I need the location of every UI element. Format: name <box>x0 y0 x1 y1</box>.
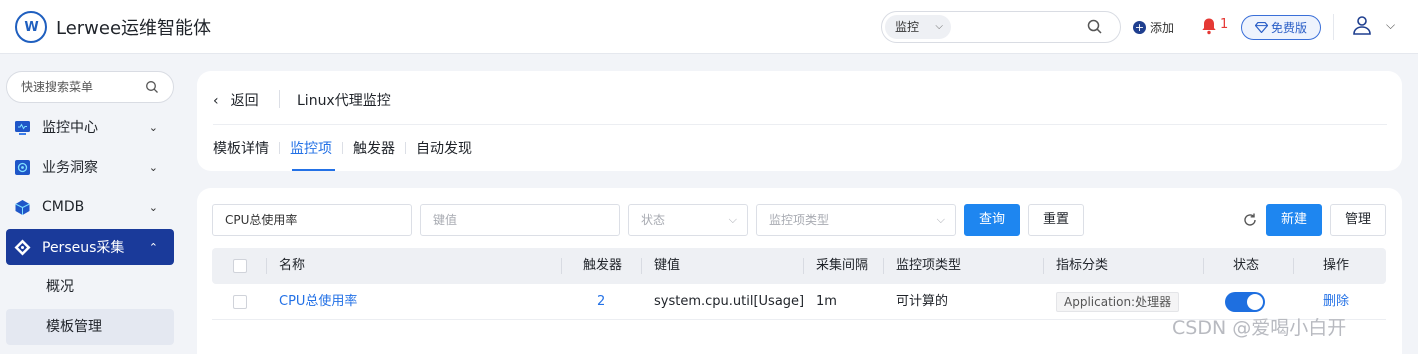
item-type-select-placeholder: 监控项类型 <box>769 213 830 227</box>
column-category[interactable]: 指标分类 <box>1056 248 1108 284</box>
sidebar-item-monitor[interactable]: 监控中心 ⌄ <box>6 109 174 145</box>
new-button[interactable]: 新建 <box>1266 204 1322 236</box>
item-interval: 1m <box>816 294 837 309</box>
free-plan-button[interactable]: 免费版 <box>1241 15 1321 40</box>
menu-search-placeholder: 快速搜索菜单 <box>21 80 94 94</box>
column-actions: 操作 <box>1323 258 1350 273</box>
column-interval[interactable]: 采集间隔 <box>816 248 868 284</box>
column-triggers[interactable]: 触发器 <box>583 248 622 284</box>
tab-triggers[interactable]: 触发器 <box>353 138 395 158</box>
user-menu-chevron-icon[interactable]: ⌵ <box>1386 18 1395 33</box>
chevron-left-icon: ‹ <box>213 93 219 109</box>
item-type-select[interactable]: 监控项类型 ⌵ <box>756 204 956 236</box>
header-divider-line <box>213 124 1387 125</box>
logo-letter: W <box>24 19 38 35</box>
add-button[interactable]: + 添加 <box>1133 18 1174 36</box>
status-select-placeholder: 状态 <box>641 213 666 227</box>
header-divider <box>1333 14 1334 40</box>
item-type: 可计算的 <box>896 294 949 309</box>
select-all-checkbox[interactable] <box>233 259 247 273</box>
sidebar-item-cmdb[interactable]: CMDB ⌄ <box>6 189 174 225</box>
sidebar-item-label: 业务洞察 <box>42 160 98 176</box>
search-icon[interactable] <box>1086 18 1104 36</box>
refresh-icon[interactable] <box>1242 212 1258 228</box>
status-toggle[interactable] <box>1225 292 1265 312</box>
item-name-link[interactable]: CPU总使用率 <box>279 284 357 320</box>
column-divider <box>1043 258 1044 274</box>
column-divider <box>803 258 804 274</box>
toggle-knob <box>1247 294 1263 310</box>
column-status[interactable]: 状态 <box>1233 248 1259 284</box>
add-label: 添加 <box>1150 20 1175 35</box>
column-name[interactable]: 名称 <box>279 248 305 284</box>
reset-button[interactable]: 重置 <box>1028 204 1084 236</box>
page-title: Linux代理监控 <box>297 93 391 109</box>
trigger-count-link[interactable]: 2 <box>597 284 605 320</box>
category-tag: Application:处理器 <box>1056 292 1180 312</box>
status-select[interactable]: 状态 ⌵ <box>628 204 748 236</box>
tab-divider <box>342 142 343 154</box>
global-search[interactable]: 监控 ⌵ <box>881 11 1121 43</box>
chevron-down-icon: ⌄ <box>148 120 158 134</box>
chevron-down-icon: ⌵ <box>728 213 737 226</box>
diamond-icon <box>1254 22 1268 33</box>
chevron-down-icon: ⌵ <box>935 21 943 32</box>
perseus-icon <box>14 239 31 255</box>
column-divider <box>561 258 562 274</box>
chevron-down-icon: ⌄ <box>148 200 158 214</box>
key-filter-input[interactable]: 键值 <box>420 204 620 236</box>
table-header: 名称 触发器 键值 采集间隔 监控项类型 指标分类 状态 操作 <box>212 248 1386 284</box>
bell-icon[interactable] <box>1201 17 1217 35</box>
chevron-up-icon: ⌃ <box>148 240 158 254</box>
tab-template-details[interactable]: 模板详情 <box>213 138 269 158</box>
business-insight-icon <box>15 159 30 175</box>
plus-icon: + <box>1133 20 1146 34</box>
free-plan-label: 免费版 <box>1270 21 1307 35</box>
tab-monitor-items[interactable]: 监控项 <box>290 138 332 158</box>
search-icon[interactable] <box>145 80 159 94</box>
item-key: system.cpu.util[Usage] <box>654 294 805 309</box>
csdn-watermark: CSDN @爱喝小白开 <box>1172 317 1347 339</box>
chevron-down-icon: ⌵ <box>936 213 945 226</box>
query-button[interactable]: 查询 <box>964 204 1020 236</box>
sidebar-subitem-template-management[interactable]: 模板管理 <box>6 309 174 345</box>
sidebar-item-label: CMDB <box>42 199 85 215</box>
column-divider <box>883 258 884 274</box>
cube-icon <box>15 199 30 215</box>
template-header-card: ‹ 返回 Linux代理监控 模板详情 监控项 触发器 自动发现 <box>197 71 1402 171</box>
sidebar-item-label: Perseus采集 <box>42 240 125 256</box>
alert-count[interactable]: 1 <box>1220 17 1228 32</box>
title-divider <box>279 90 280 108</box>
menu-search-input[interactable]: 快速搜索菜单 <box>6 71 174 103</box>
sidebar-item-perseus[interactable]: Perseus采集 ⌃ <box>6 229 174 265</box>
column-divider <box>266 258 267 274</box>
sidebar-item-label: 监控中心 <box>42 120 98 136</box>
tab-auto-discovery[interactable]: 自动发现 <box>416 138 472 158</box>
user-icon[interactable] <box>1352 15 1372 35</box>
sidebar: 快速搜索菜单 监控中心 ⌄ 业务洞察 ⌄ CMDB ⌄ Perseus采集 ⌃ … <box>0 55 182 354</box>
tab-divider <box>405 142 406 154</box>
name-filter-input[interactable]: CPU总使用率 <box>212 204 412 236</box>
active-tab-indicator <box>292 169 335 171</box>
row-checkbox[interactable] <box>233 295 247 309</box>
sidebar-item-business[interactable]: 业务洞察 ⌄ <box>6 149 174 185</box>
monitor-icon <box>15 120 30 135</box>
tab-divider <box>279 142 280 154</box>
top-header: W Lerwee运维智能体 监控 ⌵ + 添加 1 免费版 ⌵ <box>0 0 1418 54</box>
manage-button[interactable]: 管理 <box>1330 204 1386 236</box>
lerwee-logo[interactable]: W <box>15 11 47 43</box>
column-item-type[interactable]: 监控项类型 <box>896 248 961 284</box>
column-key[interactable]: 键值 <box>654 248 680 284</box>
column-divider <box>1293 258 1294 274</box>
column-divider <box>641 258 642 274</box>
back-label: 返回 <box>230 93 259 109</box>
search-category-label: 监控 <box>895 20 920 34</box>
chevron-down-icon: ⌄ <box>148 160 158 174</box>
back-button[interactable]: ‹ 返回 <box>213 90 259 110</box>
tab-bar: 模板详情 监控项 触发器 自动发现 <box>213 138 472 158</box>
search-category-select[interactable]: 监控 ⌵ <box>885 15 951 39</box>
column-divider <box>1203 258 1204 274</box>
brand-name: Lerwee运维智能体 <box>56 18 212 39</box>
sidebar-subitem-overview[interactable]: 概况 <box>6 269 174 305</box>
